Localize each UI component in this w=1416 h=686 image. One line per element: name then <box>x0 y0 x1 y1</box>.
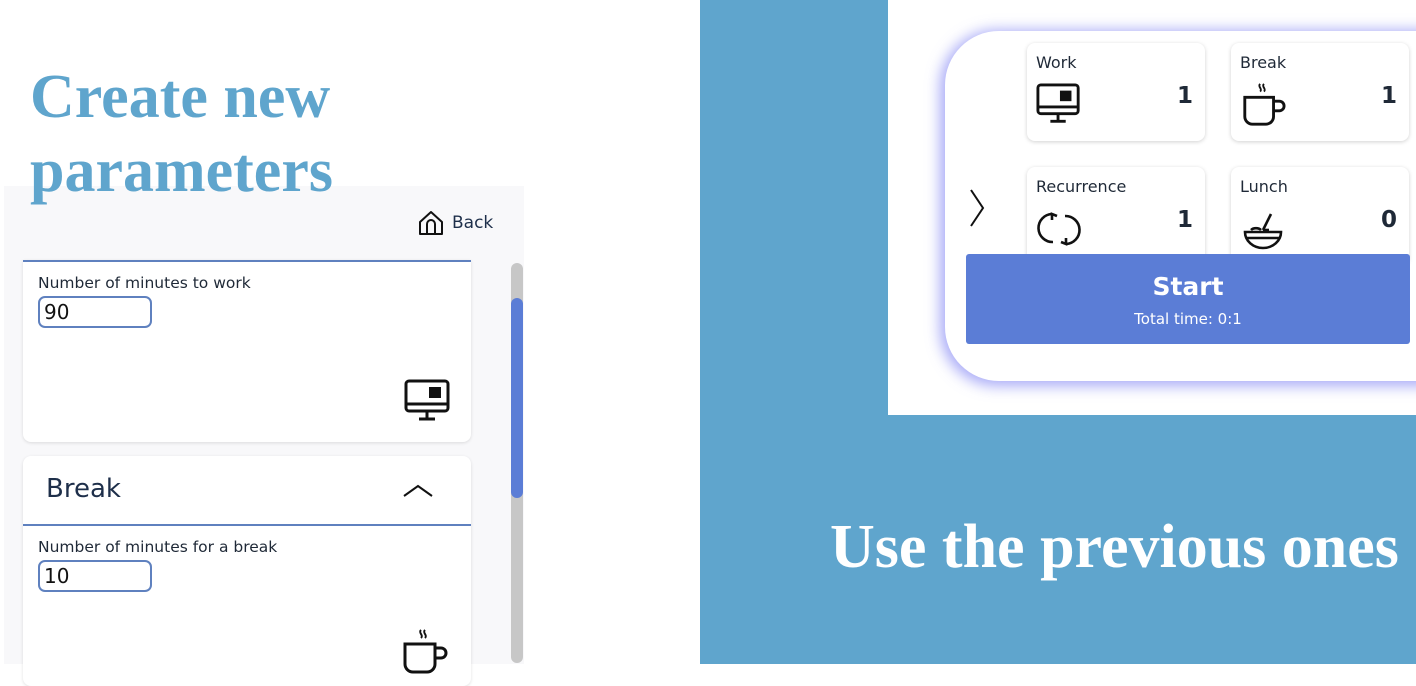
break-accordion-header[interactable]: Break <box>23 456 471 526</box>
tile-value: 1 <box>1176 83 1193 109</box>
chevron-up-icon[interactable] <box>401 480 435 502</box>
scrollbar-thumb[interactable] <box>511 298 523 498</box>
lunch-count-tile[interactable]: Lunch 0 <box>1231 167 1409 265</box>
scrollbar-track[interactable] <box>511 263 523 663</box>
back-button[interactable]: Back <box>416 208 493 238</box>
tile-label: Recurrence <box>1036 177 1127 196</box>
break-count-tile[interactable]: Break 1 <box>1231 43 1409 141</box>
use-previous-heading: Use the previous ones <box>830 513 1399 581</box>
tile-value: 1 <box>1176 207 1193 233</box>
app-preview-window: Work 1 Break 1 Recurrence 1 Lunch 0 Star… <box>888 0 1416 415</box>
break-minutes-label: Number of minutes for a break <box>38 538 278 556</box>
parameters-panel: Back Number of minutes to work Break Nu <box>4 186 524 686</box>
work-minutes-input[interactable] <box>38 296 152 328</box>
start-button[interactable]: Start Total time: 0:1 <box>966 254 1410 344</box>
work-count-tile[interactable]: Work 1 <box>1027 43 1205 141</box>
break-minutes-input[interactable] <box>38 560 152 592</box>
bowl-icon <box>1243 213 1283 250</box>
computer-monitor-icon <box>404 379 450 421</box>
heading-line-2: parameters <box>30 137 333 205</box>
total-time-label: Total time: 0:1 <box>1134 310 1242 328</box>
tile-label: Lunch <box>1240 177 1288 196</box>
previous-parameters-section: Work 1 Break 1 Recurrence 1 Lunch 0 Star… <box>700 0 1416 664</box>
start-label: Start <box>1152 272 1224 301</box>
work-minutes-card: Number of minutes to work <box>23 260 471 442</box>
refresh-icon <box>1037 212 1081 246</box>
home-icon <box>419 211 443 235</box>
coffee-cup-icon <box>403 629 448 674</box>
work-minutes-label: Number of minutes to work <box>38 274 251 292</box>
coffee-cup-icon <box>1243 83 1286 126</box>
tile-label: Work <box>1036 53 1077 72</box>
chevron-right-icon[interactable] <box>966 186 988 230</box>
create-parameters-heading: Create new parameters <box>30 60 333 208</box>
break-accordion-title: Break <box>46 474 121 504</box>
heading-line-1: Create new <box>30 63 331 131</box>
tile-label: Break <box>1240 53 1287 72</box>
tile-value: 1 <box>1380 83 1397 109</box>
tile-value: 0 <box>1380 207 1397 233</box>
back-label: Back <box>452 213 494 233</box>
break-minutes-card: Break Number of minutes for a break <box>23 456 471 686</box>
computer-monitor-icon <box>1036 83 1080 123</box>
recurrence-count-tile[interactable]: Recurrence 1 <box>1027 167 1205 265</box>
